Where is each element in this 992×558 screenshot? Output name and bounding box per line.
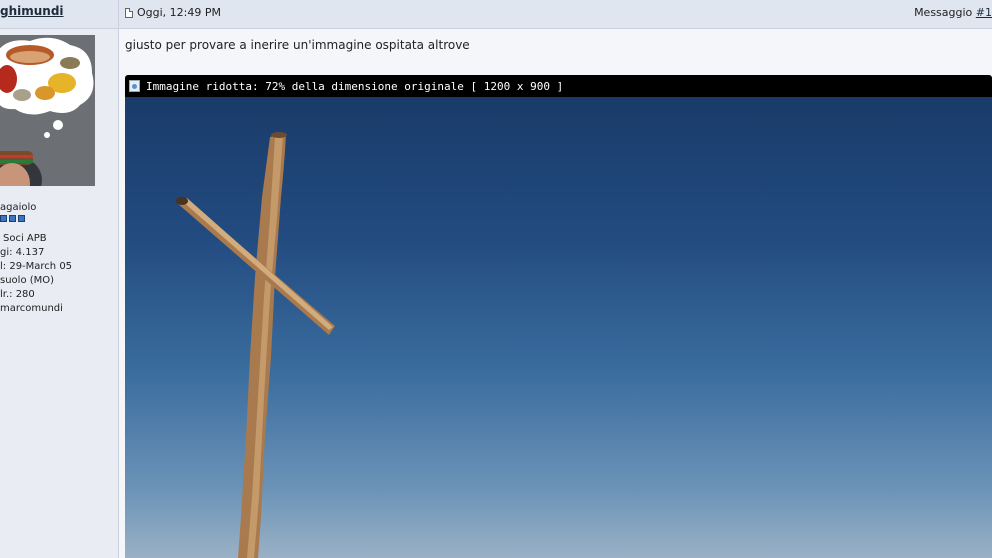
user-sidebar: ghimundi agaiolo Soci APB gi: 4.137 l: 2… — [0, 0, 119, 558]
rank-pips — [0, 215, 118, 222]
post-header: Oggi, 12:49 PM Messaggio #1 — [119, 0, 992, 29]
rank-pip — [18, 215, 25, 222]
user-real-name: marcomundi — [0, 303, 63, 314]
avatar — [0, 35, 95, 186]
post-date-text: Oggi, 12:49 PM — [137, 6, 221, 19]
user-group: Soci APB — [3, 233, 47, 244]
post-date: Oggi, 12:49 PM — [125, 6, 221, 19]
user-member-number: lr.: 280 — [0, 289, 35, 300]
rank-pip — [0, 215, 7, 222]
post-number-link[interactable]: #1 — [976, 6, 992, 19]
user-joined: l: 29-March 05 — [0, 261, 73, 272]
post-image[interactable] — [125, 97, 992, 558]
post-body: giusto per provare a inerire un'immagine… — [119, 29, 992, 558]
post-text: giusto per provare a inerire un'immagine… — [125, 38, 470, 52]
user-posts: gi: 4.137 — [0, 247, 45, 258]
image-resize-text: Immagine ridotta: 72% della dimensione o… — [146, 79, 564, 93]
username-row: ghimundi — [0, 0, 118, 29]
document-icon — [125, 7, 133, 18]
user-location: suolo (MO) — [0, 275, 55, 286]
user-info: agaiolo Soci APB gi: 4.137 l: 29-March 0… — [0, 201, 118, 316]
post-number: Messaggio #1 — [914, 6, 992, 19]
username-link[interactable]: ghimundi — [0, 4, 64, 18]
avatar-image — [0, 35, 95, 186]
rank-pip — [9, 215, 16, 222]
image-icon — [129, 80, 140, 92]
image-resize-notice[interactable]: Immagine ridotta: 72% della dimensione o… — [125, 75, 992, 97]
post-number-label: Messaggio — [914, 6, 973, 19]
cross-photo — [176, 132, 335, 558]
user-rank: agaiolo — [0, 202, 37, 213]
